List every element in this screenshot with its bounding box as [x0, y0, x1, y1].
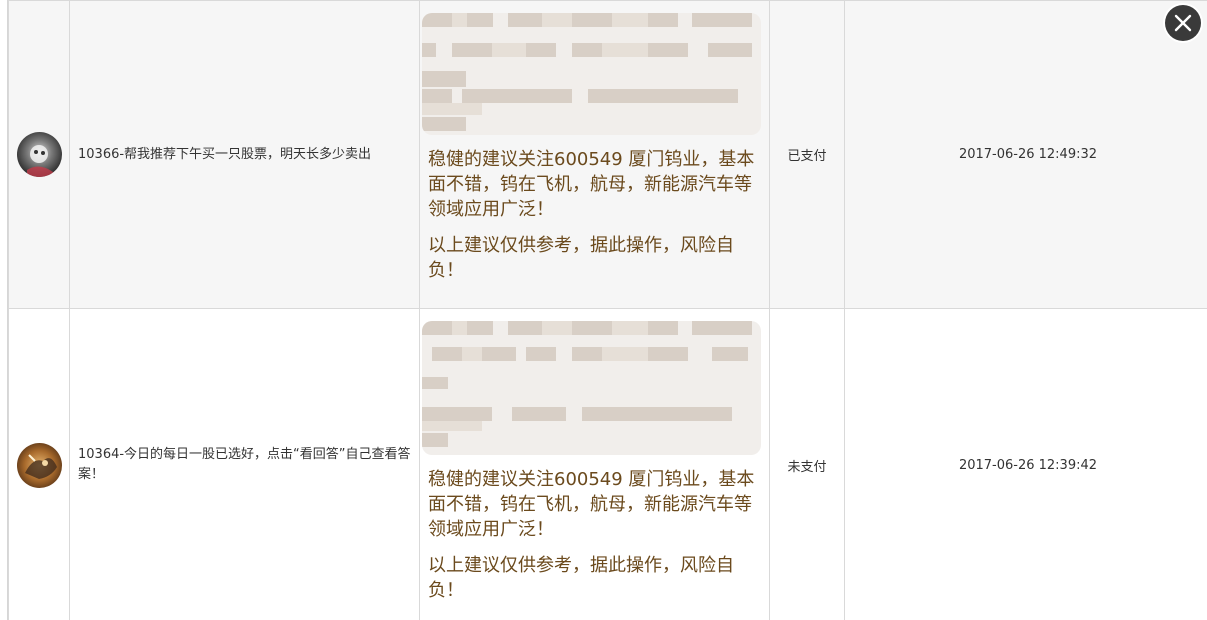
timestamp: 2017-06-26 12:49:32 — [958, 147, 1098, 162]
qa-list-panel: 10366-帮我推荐下午买一只股票，明天长多少卖出 稳健的建议关注600549 … — [0, 0, 1207, 620]
close-button[interactable] — [1165, 5, 1201, 41]
blurred-content-image — [422, 321, 761, 455]
answer-paragraph: 稳健的建议关注600549 厦门钨业，基本面不错，钨在飞机，航母，新能源汽车等领… — [428, 149, 755, 220]
table-row[interactable]: 10364-今日的每日一股已选好，点击“看回答”自己查看答案！ 稳健的建议关注6… — [8, 308, 1207, 620]
answer-disclaimer: 以上建议仅供参考，据此操作，风险自负！ — [428, 555, 734, 601]
time-cell: 2017-06-26 12:49:32 — [844, 0, 1207, 309]
payment-status: 未支付 — [787, 459, 827, 475]
avatar-cell — [8, 0, 70, 309]
avatar[interactable] — [17, 442, 62, 488]
timestamp: 2017-06-26 12:39:42 — [958, 457, 1098, 473]
answer-cell: 稳健的建议关注600549 厦门钨业，基本面不错，钨在飞机，航母，新能源汽车等领… — [419, 308, 770, 620]
left-edge-divider — [0, 0, 8, 620]
question-text: 10364-今日的每日一股已选好，点击“看回答”自己查看答案！ — [78, 447, 411, 482]
avatar-icon — [17, 132, 62, 177]
avatar-icon — [17, 442, 62, 488]
avatar[interactable] — [17, 132, 62, 177]
question-cell: 10366-帮我推荐下午买一只股票，明天长多少卖出 — [69, 0, 420, 309]
time-cell: 2017-06-26 12:39:42 — [844, 308, 1207, 620]
question-text: 10366-帮我推荐下午买一只股票，明天长多少卖出 — [78, 146, 372, 162]
avatar-cell — [8, 308, 70, 620]
status-cell: 未支付 — [769, 308, 845, 620]
status-cell: 已支付 — [769, 0, 845, 309]
question-cell: 10364-今日的每日一股已选好，点击“看回答”自己查看答案！ — [69, 308, 420, 620]
close-icon — [1174, 14, 1192, 32]
answer-paragraph: 稳健的建议关注600549 厦门钨业，基本面不错，钨在飞机，航母，新能源汽车等领… — [428, 469, 755, 540]
blurred-content-image — [422, 13, 761, 135]
payment-status: 已支付 — [787, 149, 827, 164]
answer-disclaimer: 以上建议仅供参考，据此操作，风险自负！ — [428, 235, 734, 281]
table-row[interactable]: 10366-帮我推荐下午买一只股票，明天长多少卖出 稳健的建议关注600549 … — [8, 0, 1207, 309]
answer-cell: 稳健的建议关注600549 厦门钨业，基本面不错，钨在飞机，航母，新能源汽车等领… — [419, 0, 770, 309]
qa-table: 10366-帮我推荐下午买一只股票，明天长多少卖出 稳健的建议关注600549 … — [8, 0, 1207, 620]
